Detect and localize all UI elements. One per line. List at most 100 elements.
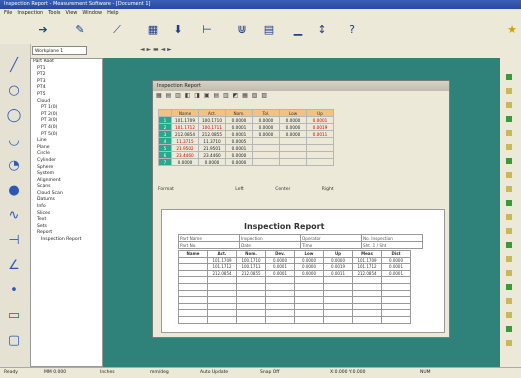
tree-item[interactable]: Line <box>31 138 102 145</box>
cone-icon[interactable]: ◔ <box>6 158 22 174</box>
grid-cell[interactable]: 11.3715 <box>171 137 199 145</box>
grid-cell[interactable]: 0.0000 <box>252 130 280 138</box>
grid-cell[interactable]: 0.0000 <box>252 116 280 124</box>
tree-item[interactable]: Scans <box>31 184 102 191</box>
grid-cell[interactable]: 100.1710 <box>198 116 226 124</box>
grid-cell[interactable]: 0.0000 <box>252 123 280 131</box>
menu-item[interactable]: Tools <box>48 10 60 16</box>
grid-cell[interactable]: 0.0000 <box>225 158 253 166</box>
grid-cell[interactable]: 0.0000 <box>171 158 199 166</box>
grid-cell[interactable] <box>306 144 334 152</box>
tree-item[interactable]: PT 1(0) <box>31 105 102 112</box>
tree-item[interactable]: Circle <box>31 151 102 158</box>
status-indicator-icon[interactable] <box>506 74 512 80</box>
status-indicator-icon[interactable] <box>506 298 512 304</box>
grid-cell[interactable]: 0.0000 <box>225 151 253 159</box>
grid-cell[interactable]: 0.0001 <box>225 144 253 152</box>
row-header[interactable]: 3 <box>158 130 172 138</box>
grid-cell[interactable] <box>252 158 280 166</box>
grid-cell[interactable] <box>252 144 280 152</box>
grid-cell[interactable]: 101.1709 <box>171 116 199 124</box>
status-indicator-icon[interactable] <box>506 116 512 122</box>
status-indicator-icon[interactable] <box>506 326 512 332</box>
tree-item[interactable]: PT5 <box>31 92 102 99</box>
grid-header[interactable]: Low <box>279 109 307 117</box>
menu-item[interactable]: Window <box>82 10 102 16</box>
grid-header[interactable]: Up <box>306 109 334 117</box>
tree-item[interactable]: PT2 <box>31 72 102 79</box>
grid-cell[interactable]: 100.1711 <box>198 123 226 131</box>
report-icon[interactable]: ▤ <box>262 23 276 37</box>
grid-cell[interactable] <box>306 137 334 145</box>
grid-header[interactable]: Name <box>171 109 199 117</box>
grid-cell[interactable]: 0.0011 <box>306 130 334 138</box>
grid-header[interactable]: Nom. <box>225 109 253 117</box>
grid-header[interactable]: Tol. <box>252 109 280 117</box>
status-indicator-icon[interactable] <box>506 172 512 178</box>
grid-cell[interactable] <box>306 158 334 166</box>
grid-cell[interactable]: 0.0001 <box>225 123 253 131</box>
grid-cell[interactable]: 21.9502 <box>171 144 199 152</box>
grid-cell[interactable] <box>252 137 280 145</box>
grid-cell[interactable] <box>279 144 307 152</box>
table-row[interactable]: 7 0.0000 0.0000 0.0000 <box>158 158 334 166</box>
table-icon[interactable]: ▦ <box>146 23 160 37</box>
table-row[interactable]: 4 11.3715 11.3710 0.0005 <box>158 137 334 145</box>
format-right-button[interactable]: Right <box>322 187 334 192</box>
status-indicator-icon[interactable] <box>506 284 512 290</box>
grid-cell[interactable]: 0.0000 <box>279 116 307 124</box>
grid-cell[interactable] <box>252 151 280 159</box>
grid-cell[interactable] <box>279 158 307 166</box>
row-header[interactable]: 4 <box>158 137 172 145</box>
plane-icon[interactable]: ⟋ <box>110 23 124 37</box>
status-indicator-icon[interactable] <box>506 214 512 220</box>
grid-cell[interactable] <box>279 137 307 145</box>
grid-cell[interactable]: 23.4460 <box>171 151 199 159</box>
tree-item[interactable]: PT 4(0) <box>31 125 102 132</box>
ellipse-icon[interactable]: ◯ <box>6 108 22 124</box>
line-icon[interactable]: ╱ <box>6 58 22 74</box>
point-icon[interactable]: • <box>6 283 22 299</box>
scan-icon[interactable]: ⋓ <box>235 23 249 37</box>
grid-cell[interactable] <box>279 151 307 159</box>
nav-buttons[interactable]: ◄ ► ▬ ◄ ► <box>140 46 172 53</box>
table-row[interactable]: 6 23.4460 23.4460 0.0000 <box>158 151 334 159</box>
grid-cell[interactable]: 0.0000 <box>225 116 253 124</box>
move-icon[interactable]: ↕ <box>315 23 329 37</box>
grid-cell[interactable] <box>306 151 334 159</box>
workplane-select[interactable]: Workplane 1 <box>32 46 87 55</box>
feature-tree[interactable]: Part Root PT1 PT2 PT3 PT4 PT5 Cloud PT 1(0) PT 2… <box>30 58 103 367</box>
table-row[interactable]: 1 101.1709 100.1710 0.0000 0.0000 0.0000 0.000… <box>158 116 334 124</box>
status-indicator-icon[interactable] <box>506 340 512 346</box>
tree-item[interactable]: Info <box>31 204 102 211</box>
grid-cell[interactable]: 0.0019 <box>306 123 334 131</box>
arrow-icon[interactable]: ➔ <box>36 23 50 37</box>
status-indicator-icon[interactable] <box>506 88 512 94</box>
status-indicator-icon[interactable] <box>506 228 512 234</box>
grid-cell[interactable]: 0.0000 <box>279 123 307 131</box>
format-center-button[interactable]: Center <box>275 187 290 192</box>
grid-cell[interactable]: 21.9501 <box>198 144 226 152</box>
status-indicator-icon[interactable] <box>506 186 512 192</box>
menu-item[interactable]: Inspection <box>17 10 43 16</box>
star-icon[interactable]: ★ <box>505 23 519 37</box>
rectangle-icon[interactable]: ▢ <box>6 333 22 349</box>
grid-cell[interactable]: 212.0855 <box>198 130 226 138</box>
status-indicator-icon[interactable] <box>506 144 512 150</box>
grid-cell[interactable]: 0.0001 <box>225 130 253 138</box>
tree-item[interactable]: System <box>31 171 102 178</box>
status-indicator-icon[interactable] <box>506 256 512 262</box>
tree-item[interactable]: Part Root <box>31 59 102 66</box>
curve-icon[interactable]: ∿ <box>6 208 22 224</box>
row-header[interactable]: 2 <box>158 123 172 131</box>
angle-icon[interactable]: ∠ <box>6 258 22 274</box>
grid-cell[interactable]: 11.3710 <box>198 137 226 145</box>
distance-icon[interactable]: ⊣ <box>6 233 22 249</box>
table-row[interactable]: 5 21.9502 21.9501 0.0001 <box>158 144 334 152</box>
status-indicator-icon[interactable] <box>506 312 512 318</box>
table-row[interactable]: 3 212.0854 212.0855 0.0001 0.0000 0.0000 0.001… <box>158 130 334 138</box>
grid-header[interactable]: Act. <box>198 109 226 117</box>
chart-icon[interactable]: ▁ <box>291 23 305 37</box>
grid-cell[interactable]: 23.4460 <box>198 151 226 159</box>
status-indicator-icon[interactable] <box>506 130 512 136</box>
